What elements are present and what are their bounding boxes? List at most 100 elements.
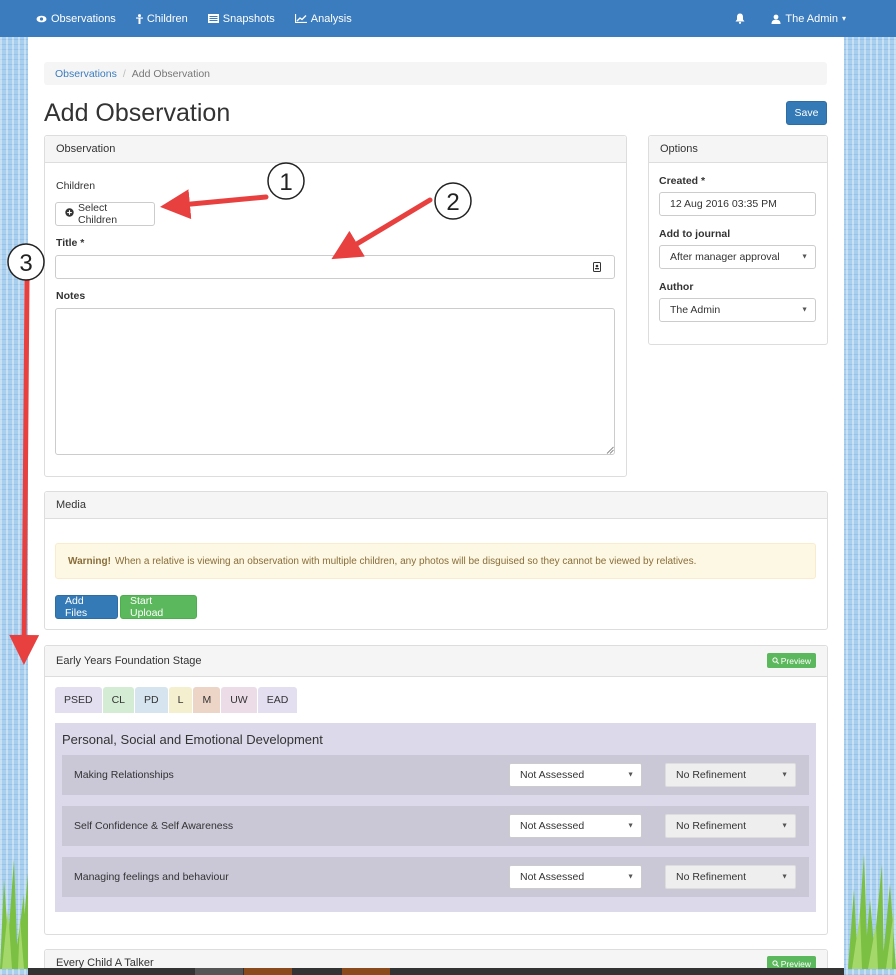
aspect-name: Making Relationships — [74, 769, 174, 781]
snapshots-icon — [207, 14, 219, 23]
user-menu[interactable]: The Admin ▾ — [771, 13, 846, 25]
refinement-value: No Refinement — [676, 871, 747, 883]
breadcrumb-observations-link[interactable]: Observations — [55, 68, 117, 80]
breadcrumb: Observations / Add Observation — [44, 62, 827, 85]
nav-analysis[interactable]: Analysis — [294, 12, 352, 25]
taskbar-segment — [342, 968, 390, 975]
observation-panel-heading: Observation — [45, 136, 626, 163]
assessment-select[interactable]: Not Assessed ▼ — [509, 814, 642, 838]
created-label: Created * — [659, 175, 706, 187]
refinement-value: No Refinement — [676, 820, 747, 832]
media-panel: Media Warning! When a relative is viewin… — [44, 491, 828, 630]
eyfs-area-tabs: PSED CL PD L M UW EAD — [55, 687, 298, 713]
top-navbar: Observations Children Snapshots Analysis… — [0, 0, 896, 37]
preview-label: Preview — [780, 958, 811, 969]
caret-down-icon: ▼ — [781, 771, 788, 779]
nav-snapshots-label: Snapshots — [222, 12, 275, 25]
children-label: Children — [56, 180, 96, 192]
tab-l[interactable]: L — [168, 687, 193, 713]
journal-label: Add to journal — [659, 228, 731, 240]
warning-text: When a relative is viewing an observatio… — [114, 555, 697, 567]
assessment-select[interactable]: Not Assessed ▼ — [509, 865, 642, 889]
refinement-select[interactable]: No Refinement ▼ — [665, 814, 796, 838]
tab-ead[interactable]: EAD — [257, 687, 298, 713]
grass-decoration-right — [848, 854, 896, 969]
author-select[interactable]: The Admin ▼ — [659, 298, 816, 322]
eye-icon — [36, 15, 47, 23]
resize-handle-icon[interactable] — [606, 445, 614, 457]
created-date-input[interactable]: 12 Aug 2016 03:35 PM — [659, 192, 816, 216]
user-name: The Admin — [785, 12, 838, 25]
media-panel-heading: Media — [45, 492, 827, 519]
nav-observations-label: Observations — [51, 12, 116, 25]
aspect-name: Managing feelings and behaviour — [74, 871, 229, 883]
chevron-down-icon: ▾ — [841, 14, 846, 23]
user-icon — [771, 14, 781, 24]
add-files-button[interactable]: Add Files — [55, 595, 118, 619]
assessment-value: Not Assessed — [520, 871, 585, 883]
bottom-taskbar-strip — [28, 968, 844, 975]
search-icon — [772, 656, 779, 666]
notes-label: Notes — [56, 290, 86, 302]
caret-down-icon: ▼ — [781, 873, 788, 881]
annotation-arrow-3 — [9, 277, 40, 665]
aspect-name: Self Confidence & Self Awareness — [74, 820, 234, 832]
select-children-label: Select Children — [78, 202, 118, 226]
plus-circle-icon — [65, 208, 74, 220]
psed-area: Personal, Social and Emotional Developme… — [55, 723, 816, 912]
taskbar-segment — [244, 968, 292, 975]
bell-icon[interactable] — [735, 13, 745, 24]
title-input[interactable] — [55, 255, 615, 279]
journal-select[interactable]: After manager approval ▼ — [659, 245, 816, 269]
nav-children-label: Children — [146, 12, 188, 25]
taskbar-segment — [195, 968, 243, 975]
assessment-value: Not Assessed — [520, 769, 585, 781]
refinement-value: No Refinement — [676, 769, 747, 781]
warning-strong: Warning! — [68, 555, 111, 567]
main-container: Observations / Add Observation Add Obser… — [28, 37, 844, 975]
title-label: Title * — [56, 237, 85, 249]
nav-analysis-label: Analysis — [310, 12, 352, 25]
options-panel-heading: Options — [649, 136, 827, 163]
caret-down-icon: ▼ — [801, 306, 808, 314]
tab-psed[interactable]: PSED — [55, 687, 102, 713]
tab-uw[interactable]: UW — [221, 687, 257, 713]
refinement-select[interactable]: No Refinement ▼ — [665, 865, 796, 889]
assessment-select[interactable]: Not Assessed ▼ — [509, 763, 642, 787]
tab-cl[interactable]: CL — [102, 687, 135, 713]
save-button[interactable]: Save — [786, 101, 827, 125]
eyfs-panel: Early Years Foundation Stage Preview PSE… — [44, 645, 828, 935]
journal-select-value: After manager approval — [670, 251, 780, 263]
nav-children[interactable]: Children — [135, 12, 188, 25]
contact-card-icon — [593, 262, 601, 275]
breadcrumb-current: Add Observation — [131, 67, 211, 80]
caret-down-icon: ▼ — [801, 253, 808, 261]
assessment-value: Not Assessed — [520, 820, 585, 832]
caret-down-icon: ▼ — [781, 822, 788, 830]
aspect-row: Self Confidence & Self Awareness Not Ass… — [62, 806, 809, 846]
select-children-button[interactable]: Select Children — [55, 202, 155, 226]
nav-observations[interactable]: Observations — [36, 13, 116, 25]
breadcrumb-separator: / — [122, 67, 126, 80]
author-select-value: The Admin — [670, 304, 721, 316]
notes-textarea[interactable] — [55, 308, 615, 455]
area-title: Personal, Social and Emotional Developme… — [62, 732, 323, 747]
caret-down-icon: ▼ — [627, 771, 634, 779]
eyfs-preview-button[interactable]: Preview — [766, 653, 816, 668]
author-label: Author — [659, 281, 694, 293]
options-panel: Options Created * 12 Aug 2016 03:35 PM A… — [648, 135, 828, 345]
preview-label: Preview — [780, 655, 811, 666]
start-upload-button[interactable]: Start Upload — [120, 595, 197, 619]
tab-pd[interactable]: PD — [135, 687, 168, 713]
chart-icon — [294, 14, 307, 23]
aspect-row: Managing feelings and behaviour Not Asse… — [62, 857, 809, 897]
page-title: Add Observation — [44, 99, 231, 127]
aspect-row: Making Relationships Not Assessed ▼ No R… — [62, 755, 809, 795]
search-icon — [772, 959, 779, 969]
tab-m[interactable]: M — [193, 687, 221, 713]
refinement-select[interactable]: No Refinement ▼ — [665, 763, 796, 787]
nav-snapshots[interactable]: Snapshots — [207, 12, 275, 25]
caret-down-icon: ▼ — [627, 873, 634, 881]
multiple-children-warning: Warning! When a relative is viewing an o… — [55, 543, 816, 579]
caret-down-icon: ▼ — [627, 822, 634, 830]
